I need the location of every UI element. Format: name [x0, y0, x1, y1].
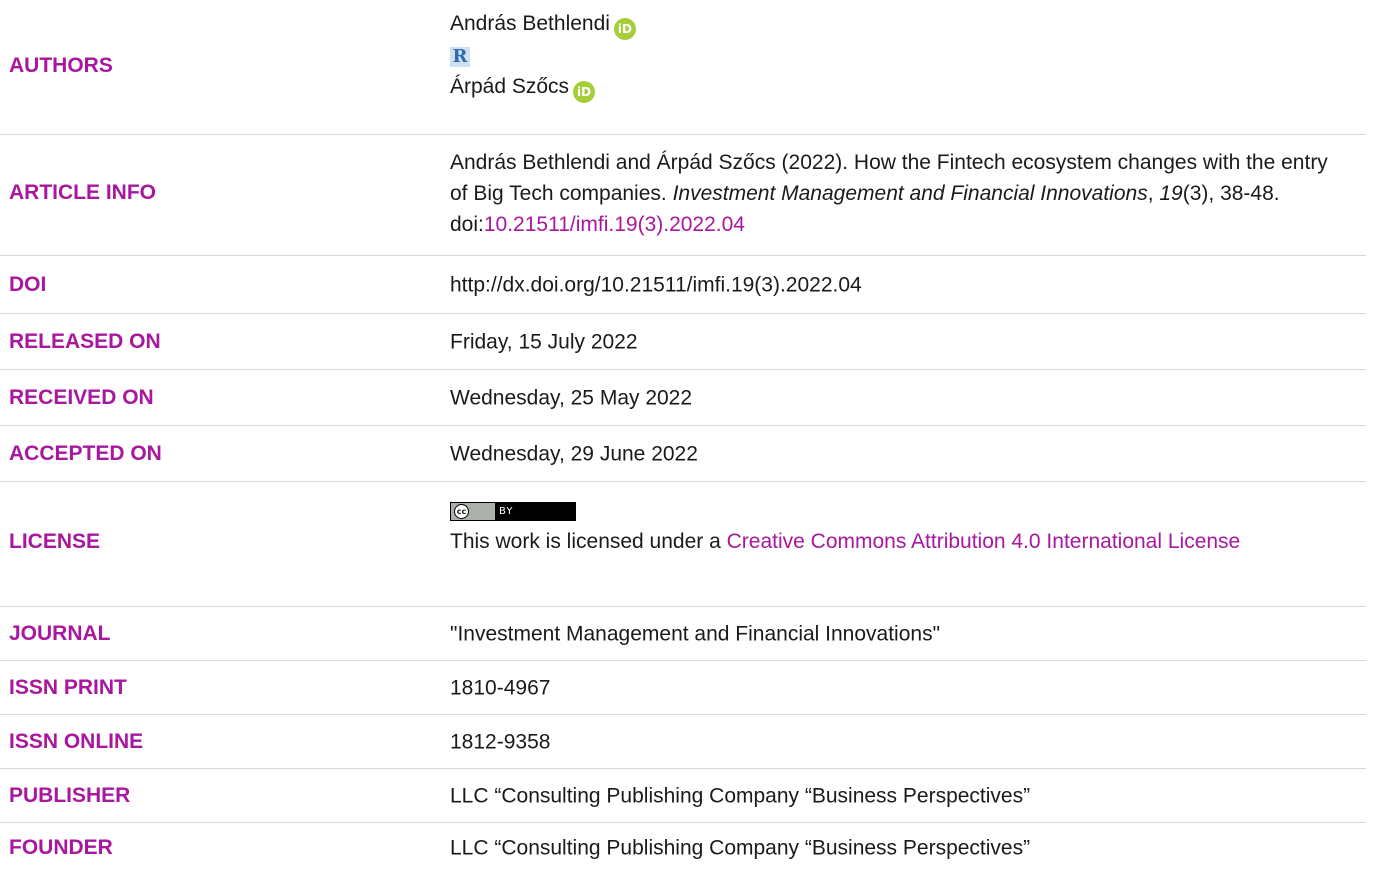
article-info-label: ARTICLE INFO [9, 181, 156, 204]
publisher-value: LLC “Consulting Publishing Company “Busi… [450, 784, 1031, 807]
author-name[interactable]: András Bethlendi [450, 12, 610, 35]
license-row: LICENSE cc BY This work is licensed unde… [0, 482, 1366, 607]
license-text: This work is licensed under a Creative C… [450, 526, 1330, 557]
orcid-icon[interactable]: iD [613, 18, 636, 40]
article-metadata-table: AUTHORS András Bethlendi iD R Árpád Szőcs… [0, 0, 1374, 873]
author-name[interactable]: Árpád Szőcs [450, 75, 569, 98]
founder-label: FOUNDER [9, 836, 113, 859]
doi-row: DOI http://dx.doi.org/10.21511/imfi.19(3… [0, 256, 1366, 314]
issn-print-row: ISSN PRINT 1810-4967 [0, 661, 1366, 715]
citation-journal: Investment Management and Financial Inno… [672, 182, 1148, 205]
journal-row: JOURNAL "Investment Management and Finan… [0, 607, 1366, 661]
accepted-value: Wednesday, 29 June 2022 [450, 442, 698, 465]
released-row: RELEASED ON Friday, 15 July 2022 [0, 314, 1366, 370]
license-label: LICENSE [9, 530, 101, 553]
founder-row: FOUNDER LLC “Consulting Publishing Compa… [0, 823, 1366, 873]
cc-by-badge[interactable]: cc BY [450, 502, 576, 521]
received-label: RECEIVED ON [9, 385, 154, 409]
issn-online-row: ISSN ONLINE 1812-9358 [0, 715, 1366, 769]
author-item: Árpád Szőcs iD [450, 71, 1330, 103]
released-value: Friday, 15 July 2022 [450, 330, 638, 353]
journal-label: JOURNAL [9, 621, 111, 645]
cc-icon: cc [454, 504, 469, 519]
released-label: RELEASED ON [9, 329, 161, 353]
doi-value[interactable]: http://dx.doi.org/10.21511/imfi.19(3).20… [450, 269, 1330, 300]
author-item: András Bethlendi iD [450, 8, 1330, 40]
license-value: cc BY This work is licensed under a Crea… [450, 492, 1330, 557]
authors-row: AUTHORS András Bethlendi iD R Árpád Szőcs… [0, 0, 1366, 135]
accepted-row: ACCEPTED ON Wednesday, 29 June 2022 [0, 426, 1366, 482]
publisher-label: PUBLISHER [9, 783, 131, 807]
authors-value: András Bethlendi iD R Árpád Szőcs iD [450, 8, 1330, 103]
received-value: Wednesday, 25 May 2022 [450, 386, 693, 409]
license-link[interactable]: Creative Commons Attribution 4.0 Interna… [727, 530, 1241, 553]
researcherid-item: R [450, 40, 1330, 71]
issn-print-label: ISSN PRINT [9, 675, 127, 699]
license-badge-wrap: cc BY [450, 492, 1330, 526]
journal-value: "Investment Management and Financial Inn… [450, 622, 941, 645]
received-row: RECEIVED ON Wednesday, 25 May 2022 [0, 370, 1366, 426]
article-info-citation: András Bethlendi and Árpád Szőcs (2022).… [450, 147, 1330, 240]
authors-label: AUTHORS [9, 54, 113, 77]
license-prefix: This work is licensed under a [450, 530, 727, 553]
publisher-row: PUBLISHER LLC “Consulting Publishing Com… [0, 769, 1366, 823]
citation-sep: , [1147, 182, 1160, 205]
citation-volume: 19 [1159, 182, 1183, 205]
issn-online-value: 1812-9358 [450, 730, 551, 753]
article-info-row: ARTICLE INFO András Bethlendi and Árpád … [0, 135, 1366, 256]
orcid-icon[interactable]: iD [573, 81, 596, 103]
researcherid-icon[interactable]: R [450, 47, 470, 67]
issn-print-value: 1810-4967 [450, 676, 551, 699]
issn-online-label: ISSN ONLINE [9, 729, 144, 753]
citation-doi-link[interactable]: 10.21511/imfi.19(3).2022.04 [484, 213, 745, 236]
founder-value: LLC “Consulting Publishing Company “Busi… [450, 836, 1031, 860]
cc-by-text: BY [499, 506, 514, 517]
doi-label: DOI [9, 272, 47, 296]
accepted-label: ACCEPTED ON [9, 441, 162, 465]
cc-badge-left: cc [451, 503, 495, 520]
